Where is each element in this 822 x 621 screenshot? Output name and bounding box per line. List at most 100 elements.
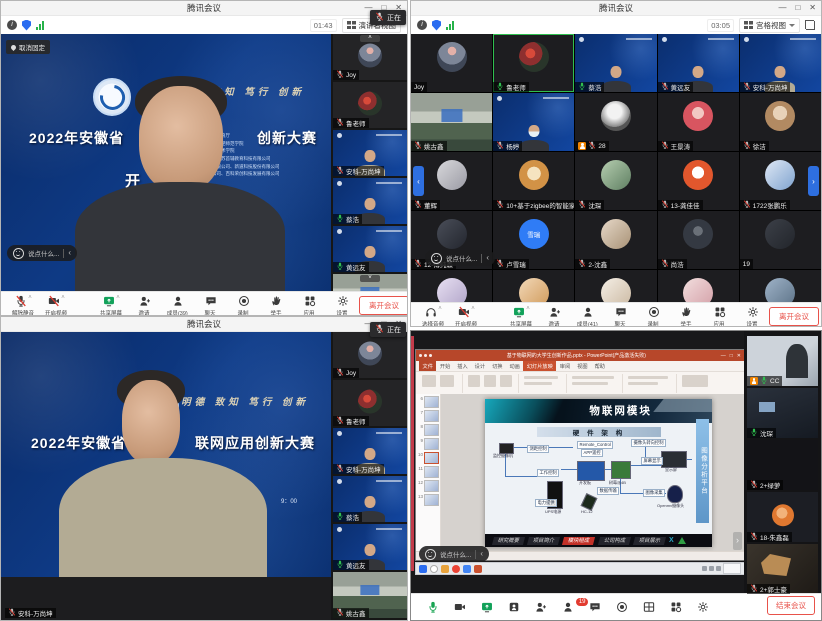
participant-tile-clipped[interactable] [658, 270, 739, 302]
scroll-right-button[interactable]: › [808, 166, 819, 196]
participant-tile[interactable]: 鲁老师 [493, 34, 574, 92]
ppt-tab[interactable]: 开始 [436, 361, 453, 371]
participant-tile[interactable]: 黄远友 [333, 524, 407, 570]
share-screen-button[interactable]: ˄共享屏幕 [505, 306, 538, 328]
layout-button[interactable] [635, 601, 662, 613]
collapse-chevron-icon[interactable]: ‹ [486, 253, 489, 263]
share-screen-button[interactable]: ˄共享屏幕 [95, 295, 128, 317]
scroll-chevron[interactable]: ˅ [360, 275, 380, 282]
security-shield-icon[interactable] [432, 20, 441, 31]
collapse-chevron-icon[interactable]: ‹ [480, 549, 483, 559]
apps-button[interactable]: 应用 [703, 306, 736, 328]
security-shield-icon[interactable] [22, 20, 31, 31]
raise-hand-button[interactable]: 举手 [670, 306, 703, 328]
titlebar[interactable]: 腾讯会议 — □ ✕ [1, 1, 407, 16]
folder-icon[interactable] [441, 565, 449, 573]
collapse-chevron-icon[interactable]: ‹ [68, 248, 71, 258]
participant-tile[interactable]: 蔡浩 [575, 34, 656, 92]
apps-button[interactable]: 应用 [293, 295, 326, 317]
slide-thumbnail[interactable]: 6 [418, 396, 439, 408]
participant-tile[interactable]: 王景涛 [658, 93, 739, 151]
app-icon[interactable] [463, 565, 471, 573]
end-meeting-button[interactable]: 结束会议 [767, 596, 815, 615]
ppt-tab[interactable]: 插入 [454, 361, 471, 371]
participant-tile-clipped[interactable] [740, 270, 821, 302]
info-icon[interactable] [417, 20, 427, 30]
start-button[interactable] [419, 565, 427, 573]
participant-tile-clipped[interactable] [493, 270, 574, 302]
participant-tile[interactable]: Joy [333, 332, 407, 378]
participant-tile[interactable]: 黄远友 [333, 226, 407, 272]
slide-thumbnail[interactable]: 12 [418, 480, 439, 492]
chat-quick-bubble[interactable]: 说点什么... ‹ [425, 250, 495, 266]
invite-button[interactable]: 邀请 [128, 295, 161, 317]
chat-button[interactable] [581, 601, 608, 613]
ppt-tab[interactable]: 设计 [471, 361, 488, 371]
chevron-up-icon[interactable]: ˄ [526, 306, 530, 312]
participant-tile[interactable]: 沈琛 [747, 388, 818, 438]
participant-tile[interactable]: 13-龚佳佳 [658, 152, 739, 210]
emoji-icon[interactable] [431, 253, 442, 264]
chevron-up-icon[interactable]: ˄ [471, 306, 475, 312]
raise-hand-button[interactable]: 举手 [260, 295, 293, 317]
ppt-window-controls[interactable]: — □ ✕ [721, 353, 741, 359]
ppt-titlebar[interactable]: 基于物联网的大学生创新作品.pptx - PowerPoint(产品激活失败) … [416, 350, 744, 361]
chat-placeholder[interactable]: 说点什么... [28, 248, 59, 258]
settings-button[interactable]: 设置 [326, 295, 359, 317]
titlebar[interactable]: 腾讯会议 — □ ✕ [1, 317, 407, 332]
mute-button[interactable]: ˄解除静音 [7, 295, 40, 317]
record-button[interactable]: 录制 [227, 295, 260, 317]
members-button[interactable]: 成员(41) [571, 306, 604, 328]
chat-quick-bubble[interactable]: 说点什么... ‹ [7, 245, 77, 261]
browser-icon[interactable] [452, 565, 460, 573]
system-tray[interactable] [702, 563, 741, 574]
security-button[interactable] [500, 601, 527, 613]
participant-tile[interactable]: 2+绿萝 [747, 440, 818, 490]
invite-button[interactable]: 邀请 [538, 306, 571, 328]
slide-thumbnail[interactable]: 10 [418, 452, 439, 464]
emoji-icon[interactable] [425, 549, 436, 560]
scroll-left-button[interactable]: ‹ [413, 166, 424, 196]
slide-thumbnail[interactable]: 13 [418, 494, 439, 506]
chat-button[interactable]: 聊天 [604, 306, 637, 328]
participant-tile[interactable]: 蔡浩 [333, 476, 407, 522]
invite-button[interactable] [527, 601, 554, 613]
participant-tile[interactable]: 黄远友 [658, 34, 739, 92]
participant-tile[interactable]: 尚浩 [658, 211, 739, 269]
maximize-button[interactable]: □ [730, 353, 733, 359]
emoji-icon[interactable] [13, 248, 24, 259]
minimize-button[interactable]: — [721, 353, 726, 359]
participant-tile[interactable]: CC [747, 336, 818, 386]
chevron-up-icon[interactable]: ˄ [28, 295, 32, 301]
titlebar[interactable]: 腾讯会议 — □ ✕ [411, 1, 821, 16]
participant-tile[interactable]: 安科-万尚坤 [333, 130, 407, 176]
scroll-chevron[interactable]: ˄ [360, 35, 380, 42]
participant-tile[interactable]: ˄Joy [333, 34, 407, 80]
record-button[interactable] [608, 601, 635, 613]
share-screen-button[interactable] [473, 601, 500, 613]
ppt-tab[interactable]: 视图 [574, 361, 591, 371]
chevron-up-icon[interactable]: ˄ [438, 306, 442, 312]
participant-tile[interactable]: 沈琛 [575, 152, 656, 210]
settings-button[interactable] [689, 601, 716, 613]
chat-quick-bubble[interactable]: 说点什么... ‹ [419, 546, 489, 562]
participant-tile[interactable]: 杨婷 [493, 93, 574, 151]
mic-button[interactable] [419, 601, 446, 613]
participant-tile[interactable]: 18-朱鑫磊 [747, 492, 818, 542]
members-button[interactable]: 成员(39) [161, 295, 194, 317]
camera-button[interactable]: ˄开启视频 [450, 306, 483, 328]
apps-button[interactable] [662, 601, 689, 613]
chevron-up-icon[interactable]: ˄ [116, 295, 120, 301]
mute-button[interactable]: ˄选择音频 [417, 306, 450, 328]
participant-tile[interactable]: 10+基于zigbee的智能家... [493, 152, 574, 210]
participant-tile[interactable]: 安科-万尚坤 [333, 428, 407, 474]
participant-tile[interactable]: 姚古鑫 [411, 93, 492, 151]
powerpoint-icon[interactable] [474, 565, 482, 573]
participant-tile[interactable]: 2+郭士豪 [747, 544, 818, 594]
camera-button[interactable] [446, 601, 473, 613]
chat-placeholder[interactable]: 说点什么... [440, 549, 471, 559]
close-button[interactable]: ✕ [809, 3, 816, 12]
ppt-tab[interactable]: 文件 [419, 361, 436, 371]
ppt-tab[interactable]: 幻灯片放映 [523, 361, 556, 371]
chat-placeholder[interactable]: 说点什么... [446, 253, 477, 263]
